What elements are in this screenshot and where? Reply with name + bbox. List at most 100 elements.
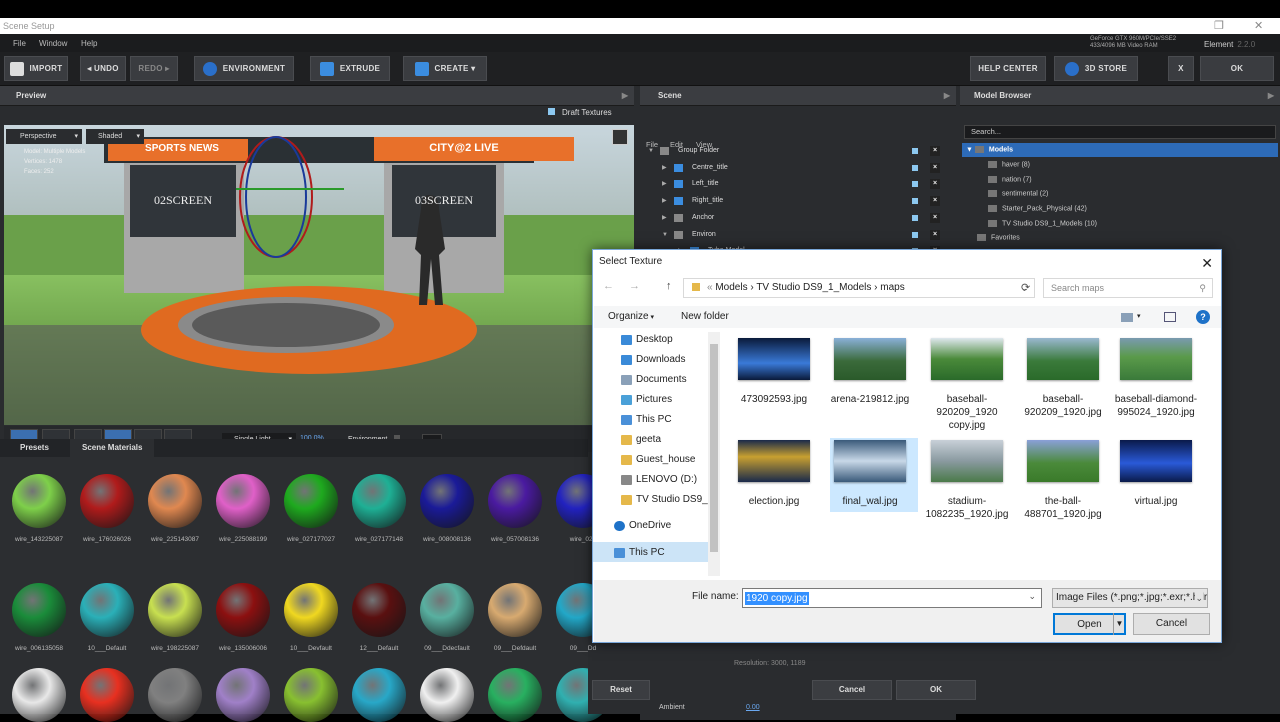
scene-collapse-icon[interactable]: ▶ <box>944 86 950 106</box>
tree-expand-icon[interactable]: ▶ <box>662 210 667 226</box>
dialog-close-icon[interactable]: ✕ <box>1201 255 1213 272</box>
cancel-button[interactable]: Cancel <box>1133 613 1210 635</box>
material-swatch[interactable] <box>216 474 270 528</box>
delete-icon[interactable]: × <box>930 229 940 240</box>
fullscreen-icon[interactable] <box>612 129 628 145</box>
material-swatch[interactable] <box>420 668 474 722</box>
import-button[interactable]: IMPORT <box>4 56 68 81</box>
material-swatch[interactable] <box>12 668 66 722</box>
menu-help[interactable]: Help <box>81 39 97 48</box>
filename-input[interactable]: 1920 copy.jpg ⌄ <box>742 588 1042 608</box>
file-name[interactable]: final_wal.jpg <box>823 495 917 508</box>
material-swatch[interactable] <box>488 474 542 528</box>
restore-icon[interactable]: ❐ <box>1214 18 1224 34</box>
filetype-select[interactable]: Image Files (*.png;*.jpg;*.exr;*.hdr) ⌄ <box>1052 588 1208 608</box>
breadcrumb-tvstudio[interactable]: TV Studio DS9_1_Models <box>756 282 871 293</box>
nav-item-onedrive[interactable]: OneDrive <box>614 516 671 536</box>
material-swatch[interactable] <box>420 474 474 528</box>
nav-item-desktop[interactable]: Desktop <box>621 330 673 350</box>
extrude-button[interactable]: EXTRUDE <box>310 56 390 81</box>
delete-icon[interactable]: × <box>930 179 940 190</box>
model-browser-collapse-icon[interactable]: ▶ <box>1268 86 1274 106</box>
draft-textures-toggle[interactable]: Draft Textures <box>548 108 612 117</box>
material-swatch[interactable] <box>352 474 406 528</box>
file-name[interactable]: arena-219812.jpg <box>823 393 917 406</box>
3d-viewport[interactable]: SPORTS NEWS CITY@2 LIVE 02SCREEN 03SCREE… <box>4 125 634 425</box>
nav-item-guesthouse[interactable]: Guest_house <box>621 450 696 470</box>
models-root[interactable]: ▼ Models <box>966 146 1013 153</box>
file-thumbnail[interactable] <box>1027 440 1099 482</box>
material-swatch[interactable] <box>284 474 338 528</box>
delete-icon[interactable]: × <box>930 212 940 223</box>
file-name[interactable]: 473092593.jpg <box>727 393 821 406</box>
file-thumbnail[interactable] <box>834 338 906 380</box>
scene-tree-row[interactable]: ▼ Environ × <box>640 227 956 243</box>
reset-button[interactable]: Reset <box>592 680 650 700</box>
preview-pane-icon[interactable] <box>1164 312 1176 322</box>
organize-menu[interactable]: Organize ▾ <box>608 306 654 329</box>
file-thumbnail[interactable] <box>1120 338 1192 380</box>
file-name[interactable]: stadium-1082235_1920.jpg <box>920 495 1014 521</box>
material-swatch[interactable] <box>284 668 338 722</box>
delete-icon[interactable]: × <box>930 196 940 207</box>
delete-icon[interactable]: × <box>930 146 940 156</box>
scene-tree-row[interactable]: ▶ Anchor × <box>640 210 956 226</box>
material-swatch[interactable] <box>352 668 406 722</box>
nav-item-pictures[interactable]: Pictures <box>621 390 672 410</box>
search-maps-input[interactable]: Search maps ⚲ <box>1043 278 1213 298</box>
create-button[interactable]: CREATE ▾ <box>403 56 487 81</box>
back-arrow-icon[interactable]: ← <box>603 280 614 292</box>
material-swatch[interactable] <box>488 583 542 637</box>
ok-button[interactable]: OK <box>1200 56 1274 81</box>
refresh-icon[interactable]: ⟳ <box>1021 281 1030 294</box>
undo-button[interactable]: ◂ UNDO <box>80 56 126 81</box>
redo-button[interactable]: REDO ▸ <box>130 56 178 81</box>
material-swatch[interactable] <box>216 668 270 722</box>
view-chevron-icon[interactable]: ▾ <box>1137 306 1141 328</box>
material-swatch[interactable] <box>148 668 202 722</box>
tab-scene-materials[interactable]: Scene Materials <box>70 439 155 457</box>
material-swatch[interactable] <box>80 583 134 637</box>
material-swatch[interactable] <box>12 583 66 637</box>
file-thumbnail[interactable] <box>834 440 906 482</box>
scene-tree-row[interactable]: ▼ Group Folder × <box>640 143 956 159</box>
3d-store-button[interactable]: 3D STORE <box>1054 56 1138 81</box>
breadcrumb-maps[interactable]: maps <box>880 282 904 293</box>
favorites-folder[interactable]: Favorites <box>977 234 1020 241</box>
nav-item-thispc-root[interactable]: This PC <box>614 543 665 563</box>
nav-item-thispc[interactable]: This PC <box>621 410 672 430</box>
material-swatch[interactable] <box>284 583 338 637</box>
model-folder-item[interactable]: haver (8) <box>988 161 1030 168</box>
material-swatch[interactable] <box>148 474 202 528</box>
nav-item-documents[interactable]: Documents <box>621 370 687 390</box>
nav-item-lenovo[interactable]: LENOVO (D:) <box>621 470 697 490</box>
material-ok-button[interactable]: OK <box>896 680 976 700</box>
scene-tree-row[interactable]: ▶ Centre_title × <box>640 160 956 176</box>
address-bar[interactable]: « Models › TV Studio DS9_1_Models › maps… <box>683 278 1035 298</box>
visibility-checkbox[interactable] <box>912 214 918 221</box>
forward-arrow-icon[interactable]: → <box>629 280 640 292</box>
tree-expand-icon[interactable]: ▼ <box>662 227 668 243</box>
model-folder-item[interactable]: TV Studio DS9_1_Models (10) <box>988 220 1097 227</box>
nav-item-downloads[interactable]: Downloads <box>621 350 685 370</box>
file-thumbnail[interactable] <box>738 440 810 482</box>
file-name[interactable]: the-ball-488701_1920.jpg <box>1016 495 1110 521</box>
material-swatch[interactable] <box>216 583 270 637</box>
visibility-checkbox[interactable] <box>912 148 918 154</box>
model-folder-item[interactable]: nation (7) <box>988 176 1032 183</box>
file-thumbnail[interactable] <box>738 338 810 380</box>
file-thumbnail[interactable] <box>931 338 1003 380</box>
cancel-x-button[interactable]: X <box>1168 56 1194 81</box>
visibility-checkbox[interactable] <box>912 231 918 238</box>
ambient-value[interactable]: 0.00 <box>746 704 760 711</box>
nav-scroll-thumb[interactable] <box>710 344 718 552</box>
collapse-arrow-icon[interactable]: ▶ <box>622 86 628 106</box>
material-swatch[interactable] <box>420 583 474 637</box>
file-thumbnail[interactable] <box>931 440 1003 482</box>
visibility-checkbox[interactable] <box>912 198 918 205</box>
file-name[interactable]: baseball-920209_1920.jpg <box>1016 393 1110 419</box>
filename-chevron-icon[interactable]: ⌄ <box>1028 591 1036 602</box>
file-name[interactable]: baseball-920209_1920 copy.jpg <box>920 393 1014 432</box>
new-folder-button[interactable]: New folder <box>681 306 729 328</box>
file-thumbnail[interactable] <box>1120 440 1192 482</box>
